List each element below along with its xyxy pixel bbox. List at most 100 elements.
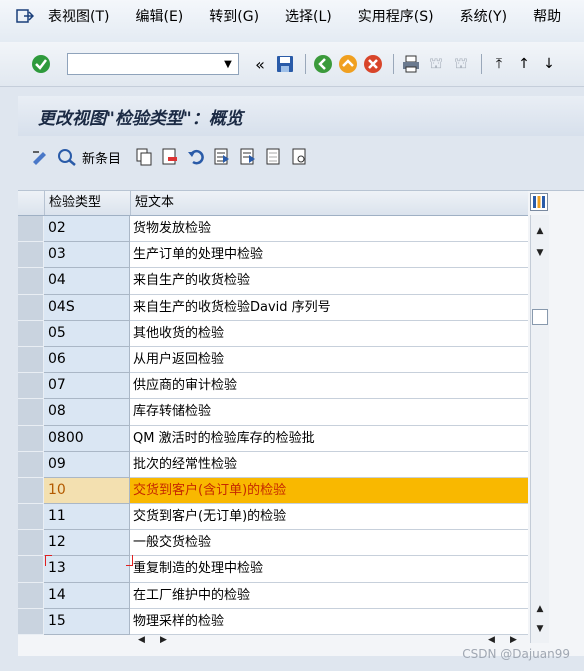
menu-selection[interactable]: 选择(L) — [285, 6, 332, 26]
inspection-type-cell[interactable]: 11 — [44, 504, 130, 531]
column-header-inspection-type[interactable]: 检验类型 — [45, 191, 131, 215]
short-text-cell[interactable]: 在工厂维护中的检验 — [130, 582, 528, 609]
short-text-cell[interactable]: 生产订单的处理中检验 — [130, 242, 528, 269]
short-text-cell[interactable]: 货物发放检验 — [130, 216, 528, 243]
inspection-type-cell[interactable]: 14 — [44, 582, 130, 609]
page-up-icon[interactable]: ▲ — [531, 601, 549, 617]
collapse-icon[interactable]: « — [249, 53, 271, 75]
column-header-short-text[interactable]: 短文本 — [131, 191, 528, 215]
display-change-icon[interactable] — [30, 146, 52, 168]
enter-button[interactable] — [30, 53, 52, 75]
inspection-type-cell[interactable]: 13 — [44, 556, 130, 583]
row-selector[interactable] — [18, 608, 44, 635]
inspection-type-cell[interactable]: 10 — [44, 477, 130, 505]
scroll-thumb[interactable] — [532, 309, 548, 325]
horizontal-scrollbar[interactable]: ◀ ▶ ◀ ▶ — [18, 633, 528, 653]
short-text-cell[interactable]: 交货到客户(含订单)的检验 — [130, 477, 528, 505]
row-selector[interactable] — [18, 556, 44, 583]
inspection-type-cell[interactable]: 12 — [44, 530, 130, 557]
inspection-type-cell[interactable]: 02 — [44, 216, 130, 243]
inspection-type-cell[interactable]: 08 — [44, 399, 130, 426]
row-selector[interactable] — [18, 530, 44, 557]
scroll-up-icon[interactable]: ▲ — [531, 223, 549, 239]
other-view-icon[interactable] — [56, 146, 78, 168]
table-row: 08 库存转储检验 — [18, 399, 528, 426]
row-selector[interactable] — [18, 399, 44, 426]
short-text-cell[interactable]: 交货到客户(无订单)的检验 — [130, 504, 528, 531]
short-text-cell[interactable]: 物理采样的检验 — [130, 608, 528, 635]
scroll-left-icon[interactable]: ◀ — [138, 635, 145, 645]
inspection-type-cell[interactable]: 04 — [44, 268, 130, 295]
row-selector[interactable] — [18, 425, 44, 452]
deselect-all-icon[interactable] — [263, 146, 285, 168]
print-preview-icon[interactable] — [289, 146, 311, 168]
row-selector[interactable] — [18, 451, 44, 478]
first-page-icon[interactable]: ⤒ — [488, 53, 510, 75]
select-all-icon[interactable] — [211, 146, 233, 168]
chevron-down-icon[interactable]: ▼ — [218, 54, 238, 74]
menu-edit[interactable]: 编辑(E) — [135, 6, 183, 26]
scroll-right-icon[interactable]: ▶ — [510, 635, 517, 645]
row-selector[interactable] — [18, 268, 44, 295]
table-row: 03 生产订单的处理中检验 — [18, 242, 528, 269]
vertical-scrollbar[interactable]: ▲ ▼ ▲ ▼ — [530, 215, 549, 643]
short-text-cell[interactable]: 来自生产的收货检验David 序列号 — [130, 294, 528, 321]
row-selector[interactable] — [18, 294, 44, 321]
table-row: 0800 QM 激活时的检验库存的检验批 — [18, 425, 528, 452]
menu-table-view[interactable]: 表视图(T) — [48, 6, 109, 26]
delete-icon[interactable] — [159, 146, 181, 168]
back-icon[interactable] — [312, 53, 334, 75]
short-text-cell[interactable]: 来自生产的收货检验 — [130, 268, 528, 295]
row-selector[interactable] — [18, 242, 44, 269]
row-selector[interactable] — [18, 216, 44, 243]
standard-toolbar: ▼ « ⛫ ⛫ ⤒ ↑ ↓ — [0, 42, 584, 87]
exit-up-icon[interactable] — [337, 53, 359, 75]
inspection-type-cell[interactable]: 05 — [44, 320, 130, 347]
row-selector[interactable] — [18, 504, 44, 531]
inspection-type-cell[interactable]: 04S — [44, 294, 130, 321]
print-icon[interactable] — [400, 53, 422, 75]
page-down-icon[interactable]: ▼ — [531, 621, 549, 637]
inspection-type-cell[interactable]: 09 — [44, 451, 130, 478]
short-text-cell[interactable]: 从用户返回检验 — [130, 346, 528, 374]
new-entries-button[interactable]: 新条目 — [82, 148, 121, 167]
row-selector[interactable] — [18, 477, 44, 505]
copy-icon[interactable] — [133, 146, 155, 168]
short-text-cell[interactable]: 一般交货检验 — [130, 530, 528, 557]
menu-goto[interactable]: 转到(G) — [209, 6, 259, 26]
find-next-icon[interactable]: ⛫ — [450, 53, 472, 75]
next-page-icon[interactable]: ↓ — [538, 53, 560, 75]
menu-system[interactable]: 系统(Y) — [460, 6, 507, 26]
cancel-icon[interactable] — [362, 53, 384, 75]
menu-utilities[interactable]: 实用程序(S) — [358, 6, 434, 26]
select-all-rows-cell[interactable] — [18, 191, 45, 215]
menu-help[interactable]: 帮助 — [533, 6, 561, 26]
row-selector[interactable] — [18, 582, 44, 609]
inspection-type-cell[interactable]: 15 — [44, 608, 130, 635]
column-settings-icon[interactable] — [530, 193, 548, 211]
previous-page-icon[interactable]: ↑ — [513, 53, 535, 75]
scroll-right-icon[interactable]: ▶ — [160, 635, 167, 645]
row-selector[interactable] — [18, 346, 44, 374]
short-text-cell[interactable]: 重复制造的处理中检验 — [130, 556, 528, 583]
short-text-cell[interactable]: QM 激活时的检验库存的检验批 — [130, 425, 528, 452]
short-text-cell[interactable]: 库存转储检验 — [130, 399, 528, 426]
short-text-cell[interactable]: 供应商的审计检验 — [130, 373, 528, 400]
find-icon[interactable]: ⛫ — [425, 53, 447, 75]
scroll-down-icon[interactable]: ▼ — [531, 245, 549, 261]
inspection-type-cell[interactable]: 0800 — [44, 425, 130, 452]
save-icon[interactable] — [274, 53, 296, 75]
row-selector[interactable] — [18, 373, 44, 400]
select-block-icon[interactable] — [237, 146, 259, 168]
row-selector[interactable] — [18, 320, 44, 347]
short-text-cell[interactable]: 其他收货的检验 — [130, 320, 528, 347]
inspection-type-cell[interactable]: 07 — [44, 373, 130, 400]
inspection-type-cell[interactable]: 03 — [44, 242, 130, 269]
command-field[interactable]: ▼ — [67, 53, 239, 75]
short-text-cell[interactable]: 批次的经常性检验 — [130, 451, 528, 478]
toolbar-separator — [305, 54, 306, 74]
undo-icon[interactable] — [185, 146, 207, 168]
scroll-left-icon[interactable]: ◀ — [488, 635, 495, 645]
exit-icon[interactable] — [16, 8, 34, 24]
inspection-type-cell[interactable]: 06 — [44, 346, 130, 374]
